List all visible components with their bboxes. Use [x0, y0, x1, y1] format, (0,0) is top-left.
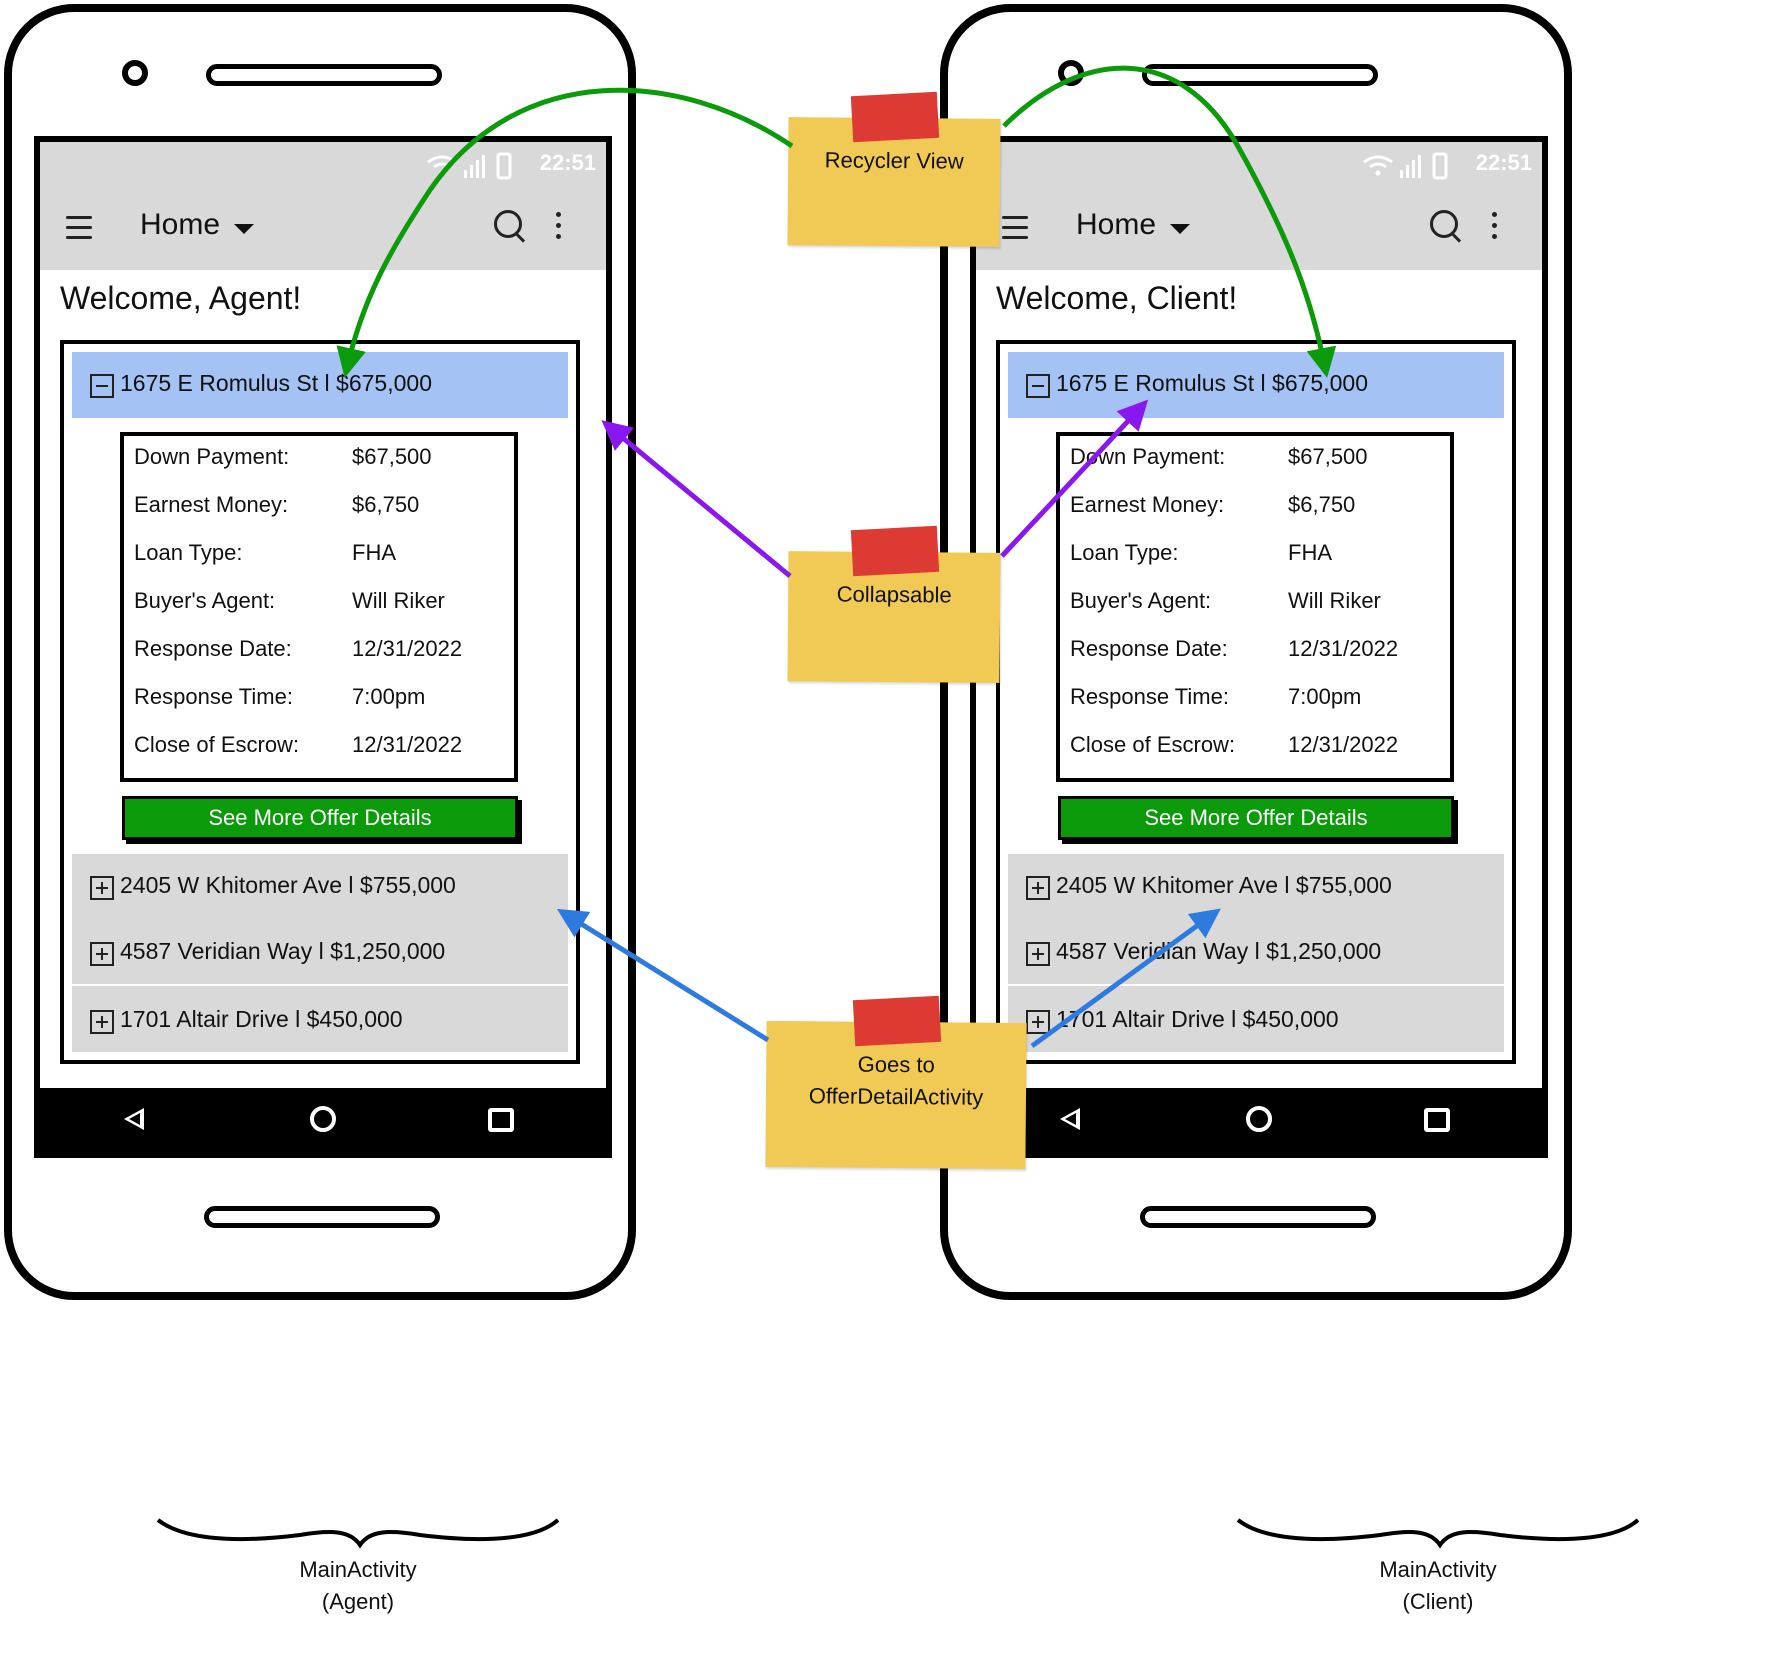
- arrow-offer-detail-left: [556, 908, 770, 1043]
- arrow-recycler-right: [1002, 65, 1337, 378]
- caption-line: (Agent): [321, 1589, 395, 1614]
- arrow-recycler-left: [336, 87, 794, 378]
- caption-client: MainActivity (Client): [1308, 1554, 1568, 1618]
- arrow-offer-detail-right: [1030, 908, 1221, 1049]
- caption-line: MainActivity: [299, 1557, 417, 1582]
- annotation-arrows: [156, 65, 1640, 1549]
- arrow-collapsable-right: [1000, 399, 1149, 558]
- brace-client: [1236, 1518, 1640, 1549]
- caption-agent: MainActivity (Agent): [228, 1554, 488, 1618]
- brace-agent: [156, 1518, 560, 1549]
- arrow-collapsable-left: [601, 420, 792, 578]
- caption-line: MainActivity: [1379, 1557, 1497, 1582]
- caption-line: (Client): [1402, 1589, 1474, 1614]
